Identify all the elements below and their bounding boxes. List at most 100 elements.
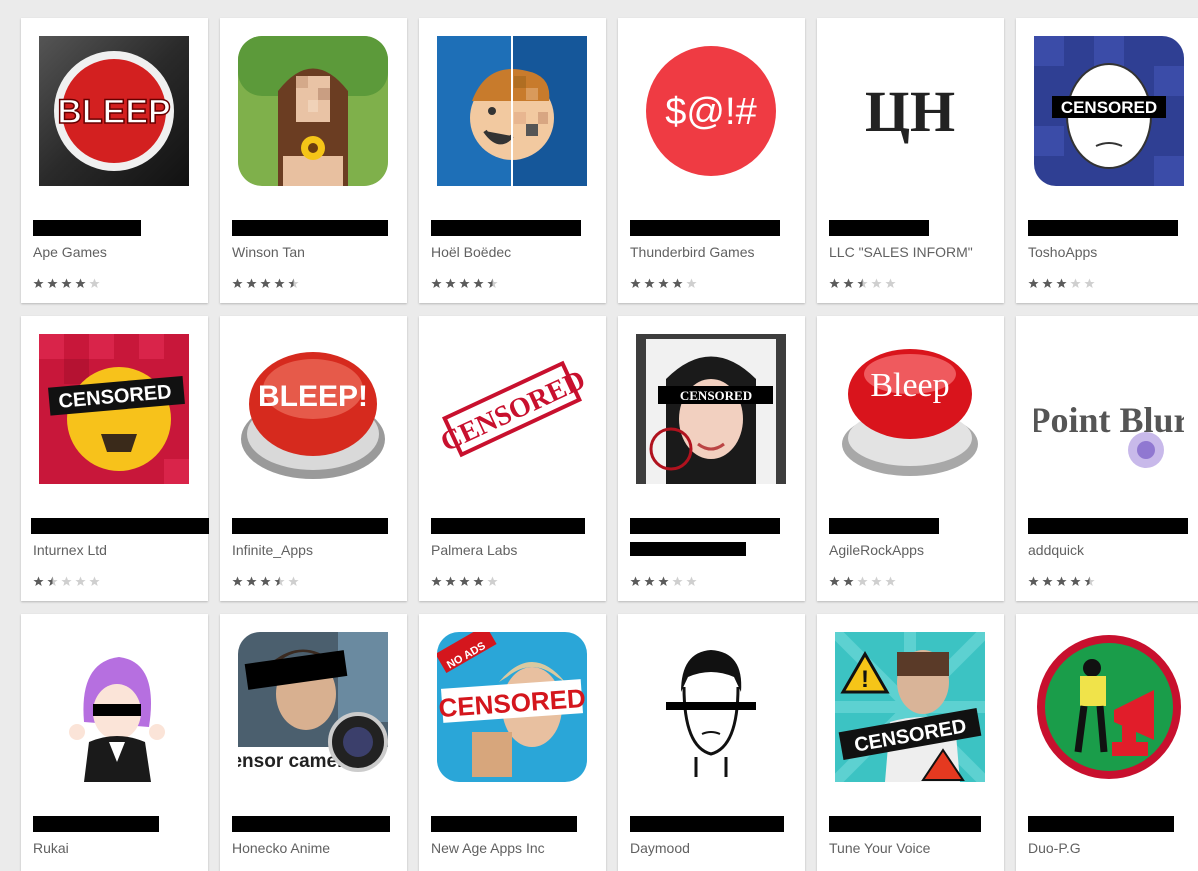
developer-name[interactable]: Hoël Boëdec — [431, 244, 596, 260]
icon-text: $@!# — [665, 91, 756, 133]
developer-name[interactable]: Inturnex Ltd — [33, 542, 198, 558]
app-icon-censored-warning[interactable]: ! CENSORED — [835, 632, 985, 782]
star-icon — [33, 576, 44, 588]
star-icon — [658, 576, 669, 588]
app-card[interactable]: Winson Tan — [220, 18, 407, 303]
app-card[interactable]: Rukai — [21, 614, 208, 871]
app-icon-point-blur[interactable]: Point Blur — [1034, 334, 1184, 484]
app-card[interactable]: BLEEP Ape Games — [21, 18, 208, 303]
icon-text: CENSORED — [680, 388, 752, 403]
redacted-title — [1028, 220, 1178, 236]
star-rating — [1028, 576, 1095, 588]
star-icon — [885, 278, 896, 290]
developer-name[interactable]: Duo-P.G — [1028, 840, 1193, 856]
star-icon — [47, 278, 58, 290]
star-icon — [288, 576, 299, 588]
redacted-title — [1028, 518, 1188, 534]
icon-text: Point Blur — [1034, 400, 1184, 440]
star-rating — [630, 278, 697, 290]
star-icon — [843, 278, 854, 290]
star-icon — [459, 278, 470, 290]
app-card[interactable]: CENSORED — [618, 316, 805, 601]
star-icon — [644, 278, 655, 290]
developer-name[interactable]: New Age Apps Inc — [431, 840, 596, 856]
app-card[interactable]: BLEEP! Infinite_Apps — [220, 316, 407, 601]
star-icon — [829, 278, 840, 290]
developer-name[interactable]: LLC "SALES INFORM" — [829, 244, 994, 260]
app-card[interactable]: CENSORED ToshoApps — [1016, 18, 1198, 303]
star-icon — [686, 278, 697, 290]
developer-name[interactable]: addquick — [1028, 542, 1193, 558]
app-icon-censored-stamp[interactable]: CENSORED — [437, 334, 587, 484]
redacted-title — [431, 816, 577, 832]
app-icon-bleep-button[interactable]: BLEEP — [39, 36, 189, 186]
star-icon — [246, 278, 257, 290]
app-icon-censored-smiley[interactable]: CENSORED — [39, 334, 189, 484]
developer-name[interactable]: Ape Games — [33, 244, 198, 260]
star-icon — [232, 576, 243, 588]
app-card[interactable]: Hoël Boëdec — [419, 18, 606, 303]
app-card[interactable]: CENSORED Inturnex Ltd — [21, 316, 209, 601]
star-icon — [1070, 576, 1081, 588]
app-card[interactable]: Daymood — [618, 614, 805, 871]
star-rating — [829, 576, 896, 588]
app-icon-censored-face[interactable]: CENSORED — [1034, 36, 1184, 186]
app-card[interactable]: censor camera Honecko Anime — [220, 614, 407, 871]
icon-text: BLEEP — [57, 93, 170, 131]
star-icon — [473, 576, 484, 588]
app-card[interactable]: CENSORED Palmera Labs — [419, 316, 606, 601]
star-icon — [1084, 278, 1095, 290]
developer-name[interactable]: Infinite_Apps — [232, 542, 397, 558]
svg-text:!: ! — [861, 666, 869, 693]
star-rating — [33, 278, 100, 290]
developer-name[interactable]: Rukai — [33, 840, 198, 856]
app-icon-line-face[interactable] — [636, 632, 786, 782]
app-card[interactable]: Point Blur addquick — [1016, 316, 1198, 601]
star-icon — [473, 278, 484, 290]
redacted-title — [630, 220, 780, 236]
star-icon — [630, 278, 641, 290]
redacted-title — [1028, 816, 1174, 832]
developer-name[interactable]: Daymood — [630, 840, 795, 856]
star-rating — [431, 278, 498, 290]
star-icon — [459, 576, 470, 588]
star-icon — [1056, 278, 1067, 290]
developer-name[interactable]: Winson Tan — [232, 244, 397, 260]
app-icon-symbols[interactable]: $@!# — [636, 36, 786, 186]
app-card[interactable]: ЦН LLC "SALES INFORM" — [817, 18, 1004, 303]
star-icon — [246, 576, 257, 588]
app-icon-bleep-glossy-button[interactable]: Bleep — [835, 334, 985, 484]
redacted-title — [33, 816, 159, 832]
app-icon-censor-camera[interactable]: censor camera — [238, 632, 388, 782]
app-icon-anime-girl[interactable] — [39, 632, 189, 782]
app-card[interactable]: $@!# Thunderbird Games — [618, 18, 805, 303]
star-icon — [871, 576, 882, 588]
app-card[interactable]: Bleep AgileRockApps — [817, 316, 1004, 601]
developer-name[interactable]: AgileRockApps — [829, 542, 994, 558]
app-card[interactable]: Duo-P.G — [1016, 614, 1198, 871]
star-icon — [431, 576, 442, 588]
developer-name[interactable]: Palmera Labs — [431, 542, 596, 558]
redacted-title — [630, 816, 784, 832]
app-icon-censored-portrait[interactable]: CENSORED — [636, 334, 786, 484]
star-icon — [288, 278, 299, 290]
star-icon — [1028, 576, 1039, 588]
redacted-title-line2 — [630, 542, 746, 556]
developer-name[interactable]: ToshoApps — [1028, 244, 1193, 260]
app-icon-censored-man[interactable]: CENSORED NO ADS — [437, 632, 587, 782]
app-icon-megaphone-man[interactable] — [1034, 632, 1184, 782]
app-icon-pixelated-photo[interactable] — [238, 36, 388, 186]
redacted-title — [829, 518, 939, 534]
star-icon — [686, 576, 697, 588]
app-card[interactable]: CENSORED NO ADS New Age Apps Inc — [419, 614, 606, 871]
star-icon — [260, 576, 271, 588]
app-card[interactable]: ! CENSORED Tune Your Voice — [817, 614, 1004, 871]
developer-name[interactable]: Honecko Anime — [232, 840, 397, 856]
app-icon-bleep-big-button[interactable]: BLEEP! — [238, 334, 388, 484]
developer-name[interactable]: Thunderbird Games — [630, 244, 795, 260]
developer-name[interactable]: Tune Your Voice — [829, 840, 994, 856]
redacted-title — [33, 220, 141, 236]
app-icon-half-pixel-face[interactable] — [437, 36, 587, 186]
star-icon — [857, 278, 868, 290]
app-icon-cyrillic-logo[interactable]: ЦН — [835, 36, 985, 186]
